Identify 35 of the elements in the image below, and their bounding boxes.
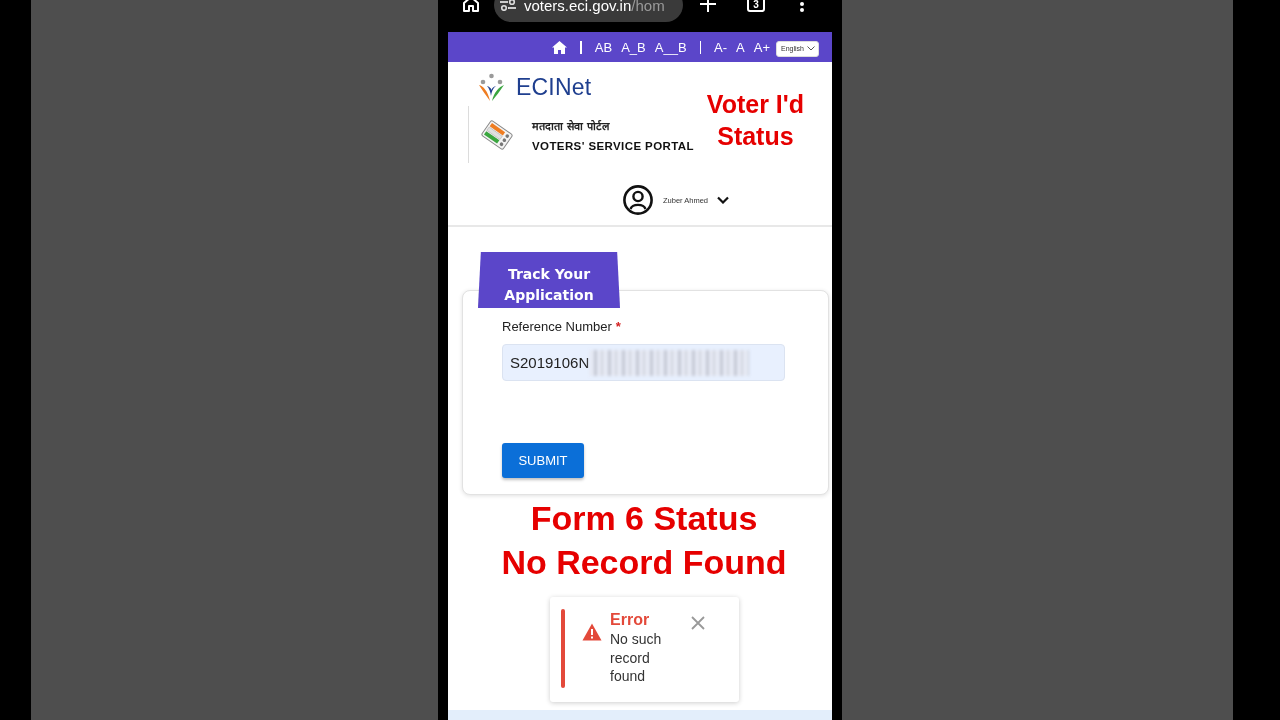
- sliders-icon[interactable]: [500, 0, 516, 11]
- toast-title: Error: [610, 610, 651, 630]
- user-avatar-icon[interactable]: [623, 185, 653, 215]
- toolbar-link[interactable]: A+: [753, 39, 771, 55]
- url-path-text: /hom: [631, 0, 665, 14]
- url-host-text: voters.eci.gov.in: [524, 0, 632, 14]
- tab-count-button[interactable]: 3: [747, 0, 765, 12]
- toolbar-link[interactable]: A-: [714, 39, 728, 55]
- submit-button[interactable]: SUBMIT: [502, 443, 584, 478]
- toolbar-link[interactable]: A_B: [621, 39, 646, 55]
- field-label: Reference Number: [502, 319, 612, 334]
- toast-message: No such record found: [610, 630, 663, 686]
- track-application-tab[interactable]: Track Your Application: [478, 252, 620, 308]
- caret-icon: [807, 46, 815, 51]
- portal-name: VOTERS' SERVICE PORTAL: [532, 139, 694, 152]
- portal-name-hindi: मतदाता सेवा पोर्टल: [532, 118, 611, 133]
- ecinet-logo-icon: [478, 73, 505, 101]
- brand-name: ECINet: [516, 73, 592, 101]
- overlay-caption: No Record Found: [501, 542, 787, 583]
- toolbar-link[interactable]: A: [736, 39, 745, 55]
- toolbar-link[interactable]: A__B: [654, 39, 687, 55]
- toolbar-link[interactable]: AB: [594, 39, 613, 55]
- close-button[interactable]: [691, 616, 705, 630]
- plus-icon[interactable]: [700, 0, 716, 12]
- overlay-title: Voter I'd: [706, 89, 804, 120]
- overlay-title: Status: [717, 121, 794, 152]
- more-vertical-icon[interactable]: [799, 0, 805, 12]
- required-mark: *: [615, 319, 621, 334]
- reference-number-field[interactable]: S2019106N: [502, 344, 785, 381]
- home-icon[interactable]: [552, 40, 568, 54]
- overlay-caption: Form 6 Status: [530, 498, 758, 539]
- url-bar[interactable]: voters.eci.gov.in/hom: [494, 0, 683, 22]
- warning-icon: [582, 623, 602, 641]
- home-icon[interactable]: [462, 0, 480, 13]
- chevron-down-icon[interactable]: [717, 196, 730, 204]
